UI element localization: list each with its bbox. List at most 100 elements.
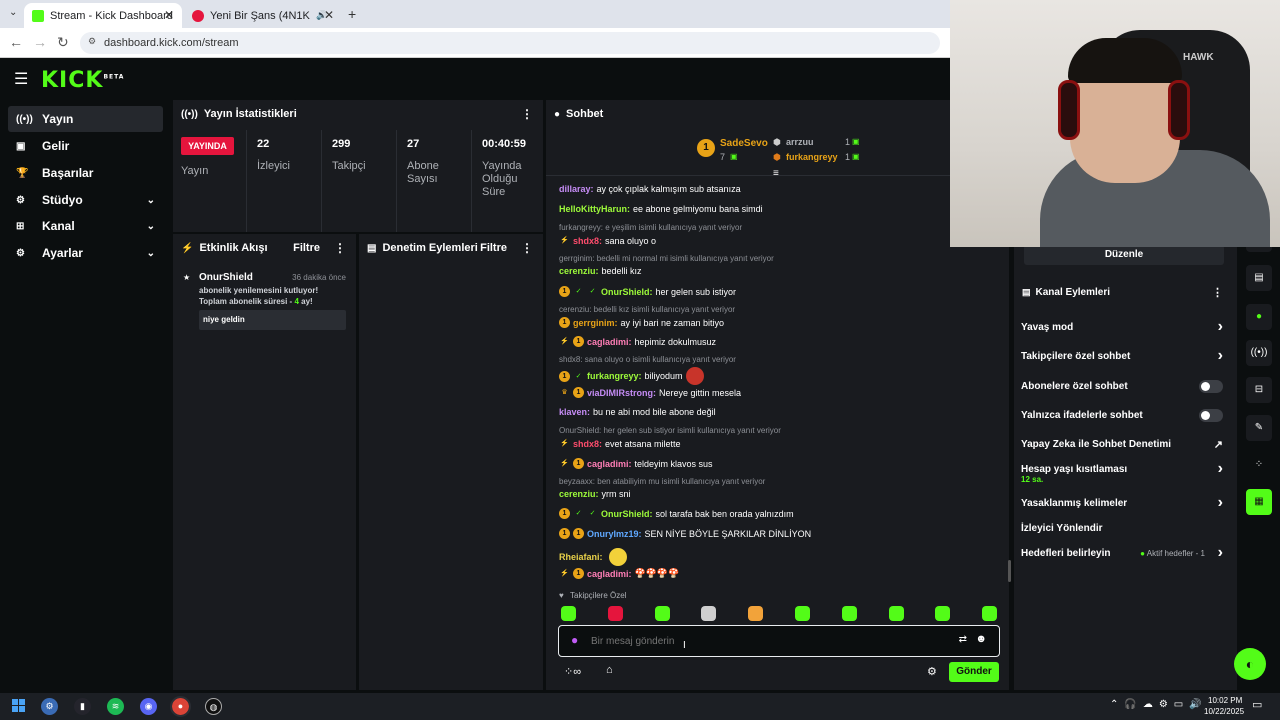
tab-music[interactable]: Yeni Bir Şans (4N1K-2) (feat 🔊 ✕ (184, 3, 342, 28)
discord-icon[interactable]: ◉ (140, 698, 157, 715)
rail-tools-icon[interactable]: ✎ (1246, 415, 1272, 441)
tray-icons[interactable]: ⌃🎧☁⚙▭🔊 (1110, 699, 1208, 710)
rail-chat-icon[interactable]: ● (1246, 304, 1272, 330)
filter-button[interactable]: Filtre (293, 242, 320, 254)
forward-icon[interactable]: → (33, 34, 47, 50)
chat-username[interactable]: OnuryImz19: (587, 529, 642, 539)
chat-username[interactable]: furkangreyy: (587, 371, 642, 381)
channel-action-8[interactable]: İzleyici Yönlendir (1021, 521, 1231, 535)
channel-points-icon[interactable]: ⁘∞ (564, 665, 581, 678)
chat-username[interactable]: cagladimi: (587, 459, 632, 469)
blue-badge-icon[interactable]: ⚡ (559, 568, 570, 579)
gold-badge-icon[interactable]: 1 (559, 508, 570, 519)
blue-badge-icon[interactable]: ⚡ (559, 438, 570, 449)
emote-9-icon[interactable] (935, 606, 951, 621)
chat-reply-context[interactable]: beyzaaxx: ben atabiliyim mu isimli kulla… (559, 477, 765, 486)
green-badge-icon[interactable]: ✓ (573, 371, 584, 382)
channel-action-2[interactable]: Takipçilere özel sohbet › (1021, 347, 1231, 364)
gold-badge-icon[interactable]: 1 (573, 458, 584, 469)
green-badge-icon[interactable]: ✓ (587, 286, 598, 297)
channel-action-3[interactable]: Abonelere özel sohbet (1021, 379, 1231, 393)
more-options-icon[interactable]: ⋮ (1212, 286, 1223, 299)
chat-username[interactable]: klaven: (559, 407, 590, 417)
close-tab-icon[interactable]: ✕ (164, 8, 174, 22)
emoji-icon[interactable]: ☻ (975, 633, 987, 645)
tab-list-icon[interactable]: ⌄ (9, 7, 17, 18)
chat-username[interactable]: viaDIMIRstrong: (587, 388, 656, 398)
app-icon-2[interactable]: ▮ (74, 698, 91, 715)
chat-username[interactable]: dillaray: (559, 184, 594, 194)
hamburger-menu-icon[interactable]: ☰ (14, 69, 28, 89)
channel-action-5[interactable]: Yapay Zeka ile Sohbet Denetimi ↗ (1021, 437, 1231, 451)
gold-badge-icon[interactable]: 1 (573, 387, 584, 398)
sidebar-item-yayin[interactable]: ((•)) Yayın (8, 106, 163, 132)
channel-action-9[interactable]: Hedefleri belirleyin ● Aktif hedefler - 1… (1021, 544, 1231, 561)
chat-scrollbar[interactable] (1008, 560, 1011, 582)
expand-leaderboard-icon[interactable]: ≡ (773, 168, 779, 179)
channel-action-1[interactable]: Yavaş mod › (1021, 318, 1231, 335)
spotify-icon[interactable]: ≋ (107, 698, 124, 715)
filter-button[interactable]: Filtre (480, 242, 507, 254)
chat-username[interactable]: cerenziu: (559, 266, 599, 276)
edit-button[interactable]: Düzenle (1024, 245, 1224, 265)
chat-username[interactable]: shdx8: (573, 439, 602, 449)
chat-username[interactable]: Rheiafani: (559, 552, 603, 562)
microphone-icon[interactable]: ● (571, 633, 578, 647)
close-tab-icon[interactable]: ✕ (324, 8, 334, 22)
chat-username[interactable]: shdx8: (573, 236, 602, 246)
emote-2-icon[interactable] (607, 606, 623, 621)
kick-logo[interactable]: KICKBETA (41, 68, 124, 93)
emote-10-icon[interactable] (982, 606, 998, 621)
sidebar-item-basarilar[interactable]: 🏆 Başarılar (8, 160, 163, 186)
url-input[interactable]: ⚙ dashboard.kick.com/stream (80, 32, 940, 54)
event-user[interactable]: OnurShield (199, 272, 253, 283)
emote-8-icon[interactable] (888, 606, 904, 621)
emote-3-icon[interactable] (654, 606, 670, 621)
chat-username[interactable]: gerrginim: (573, 318, 618, 328)
reload-icon[interactable]: ↻ (57, 34, 69, 51)
green-badge-icon[interactable]: ✓ (587, 508, 598, 519)
gold-badge-icon[interactable]: 1 (559, 317, 570, 328)
site-info-icon[interactable]: ⚙ (88, 36, 96, 47)
gold-badge-icon[interactable]: 1 (573, 528, 584, 539)
green-badge-icon[interactable]: ✓ (573, 286, 584, 297)
chat-username[interactable]: OnurShield: (601, 509, 653, 519)
taskbar-date[interactable]: 10/22/2025 (1204, 707, 1244, 716)
chat-username[interactable]: HelloKittyHarun: (559, 204, 630, 214)
chat-username[interactable]: cerenziu: (559, 489, 599, 499)
chat-reply-context[interactable]: shdx8: sana oluyo o isimli kullanıcıya y… (559, 355, 736, 364)
send-button[interactable]: Gönder (949, 662, 999, 682)
chat-username[interactable]: OnurShield: (601, 287, 653, 297)
chat-reply-context[interactable]: furkangreyy: e yeşilim isimli kullanıcıy… (559, 223, 742, 232)
leaderboard-third-user[interactable]: furkangreyy (786, 152, 838, 162)
gold-badge-icon[interactable]: 1 (559, 528, 570, 539)
emote-4-icon[interactable] (701, 606, 717, 621)
sidebar-item-studyo[interactable]: ⚙ Stüdyo ⌄ (8, 187, 163, 213)
chat-reply-context[interactable]: cerenziu: bedelli kız isimli kullanıcıya… (559, 305, 735, 314)
rail-broadcast-icon[interactable]: ((•)) (1246, 340, 1272, 366)
tab-kick-dashboard[interactable]: Stream - Kick Dashboard ✕ (24, 3, 182, 28)
gold-badge-icon[interactable]: 1 (573, 336, 584, 347)
channel-action-4[interactable]: Yalnızca ifadelerle sohbet (1021, 408, 1231, 422)
gold-badge-icon[interactable]: 1 (559, 370, 570, 382)
app-icon-1[interactable]: ⚙ (41, 698, 58, 715)
sidebar-item-gelir[interactable]: ▣ Gelir (8, 133, 163, 159)
chat-input-box[interactable]: ● ⇄ ☻ (558, 625, 1000, 657)
blue-badge-icon[interactable]: ⚡ (559, 235, 570, 246)
laughing-emote[interactable] (608, 548, 627, 566)
new-tab-icon[interactable]: + (348, 6, 356, 22)
notification-icon[interactable]: ▭ (1252, 698, 1262, 711)
taskbar-time[interactable]: 10:02 PM (1208, 696, 1242, 705)
rail-layout-icon[interactable]: ⊟ (1246, 377, 1272, 403)
crown-badge-icon[interactable]: ♛ (559, 387, 570, 398)
blue-badge-icon[interactable]: ⚡ (559, 336, 570, 347)
rail-notes-icon[interactable]: ▤ (1246, 265, 1272, 291)
emote-5-icon[interactable] (748, 606, 764, 621)
store-icon[interactable]: ⌂ (606, 664, 613, 676)
obs-icon[interactable]: ◍ (205, 698, 222, 715)
windows-start-icon[interactable] (12, 699, 25, 712)
green-badge-icon[interactable]: ✓ (573, 508, 584, 519)
channel-action-7[interactable]: Yasaklanmış kelimeler › (1021, 494, 1231, 511)
chat-message-input[interactable] (591, 633, 911, 649)
chat-settings-icon[interactable]: ⚙ (927, 665, 937, 678)
